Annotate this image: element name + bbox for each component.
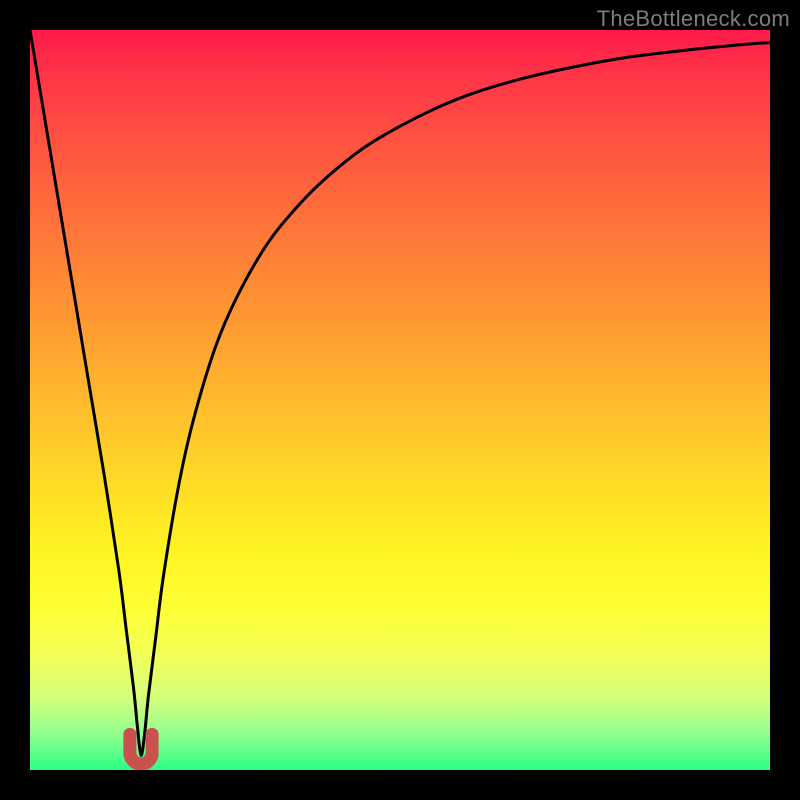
curve-layer bbox=[30, 30, 770, 770]
chart-frame: TheBottleneck.com bbox=[0, 0, 800, 800]
watermark-text: TheBottleneck.com bbox=[597, 6, 790, 32]
plot-area bbox=[30, 30, 770, 770]
bottleneck-curve-path bbox=[30, 30, 770, 755]
